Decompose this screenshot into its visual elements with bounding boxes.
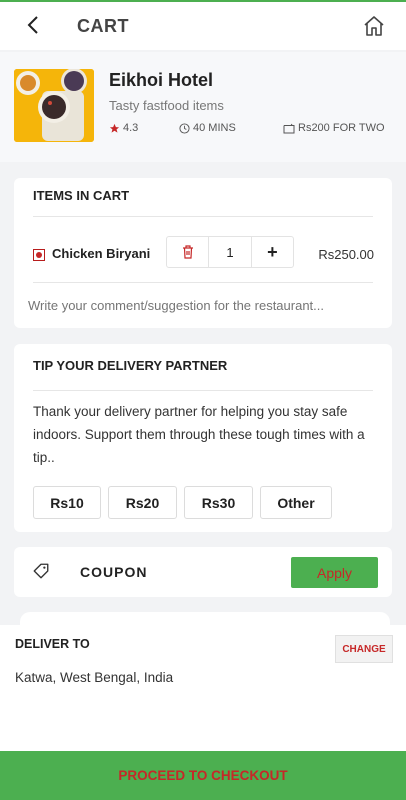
deliver-to-title: DELIVER TO	[15, 637, 90, 651]
checkout-button[interactable]: PROCEED TO CHECKOUT	[0, 751, 406, 800]
tip-description: Thank your delivery partner for helping …	[33, 404, 365, 465]
rating: 4.3	[109, 122, 138, 134]
rating-value: 4.3	[123, 122, 139, 134]
clock-icon	[179, 122, 190, 134]
back-arrow-icon[interactable]	[22, 14, 44, 36]
comment-input[interactable]	[28, 298, 378, 313]
home-icon[interactable]	[362, 14, 386, 38]
delivery-time: 40 MINS	[179, 122, 236, 134]
tip-heading: TIP YOUR DELIVERY PARTNER	[33, 358, 228, 373]
delete-item-button[interactable]	[167, 237, 210, 267]
tip-options: Rs10 Rs20 Rs30 Other	[33, 486, 332, 519]
tip-option-10[interactable]: Rs10	[33, 486, 101, 519]
restaurant-image	[14, 69, 94, 142]
page-title: CART	[77, 16, 129, 36]
tag-icon	[32, 562, 50, 580]
cart-item-price: Rs250.00	[318, 247, 374, 262]
restaurant-subtitle: Tasty fastfood items	[109, 98, 224, 113]
wallet-icon	[283, 123, 295, 133]
coupon-card: COUPON Apply	[14, 547, 392, 597]
quantity-stepper: 1 +	[166, 236, 294, 268]
cart-card: ITEMS IN CART Chicken Biryani 1 + Rs250.…	[14, 178, 392, 328]
divider	[33, 390, 373, 391]
restaurant-name: Eikhoi Hotel	[109, 70, 214, 90]
cost-for-two-value: Rs200 FOR TWO	[298, 122, 385, 134]
trash-icon	[182, 245, 193, 259]
delivery-time-value: 40 MINS	[193, 122, 236, 134]
apply-coupon-button[interactable]: Apply	[291, 557, 378, 588]
cart-heading: ITEMS IN CART	[33, 188, 130, 203]
coupon-label: COUPON	[80, 564, 148, 580]
top-bar: CART	[0, 0, 406, 50]
delivery-address: Katwa, West Bengal, India	[15, 670, 174, 685]
cost-for-two: Rs200 FOR TWO	[283, 122, 385, 134]
non-veg-icon	[33, 249, 45, 261]
delivery-panel: DELIVER TO CHANGE Katwa, West Bengal, In…	[0, 625, 406, 751]
tip-option-20[interactable]: Rs20	[108, 486, 177, 519]
tip-option-30[interactable]: Rs30	[184, 486, 253, 519]
increase-quantity-button[interactable]: +	[252, 237, 293, 267]
quantity-value: 1	[209, 237, 252, 267]
divider	[33, 282, 373, 283]
change-address-button[interactable]: CHANGE	[335, 635, 393, 663]
tip-card: TIP YOUR DELIVERY PARTNER Thank your del…	[14, 344, 392, 532]
star-icon	[109, 123, 120, 133]
divider	[33, 216, 373, 217]
cart-item-name: Chicken Biryani	[52, 246, 151, 261]
tip-option-other[interactable]: Other	[260, 486, 332, 519]
restaurant-info: Eikhoi Hotel Tasty fastfood items 4.3 40…	[0, 52, 406, 162]
